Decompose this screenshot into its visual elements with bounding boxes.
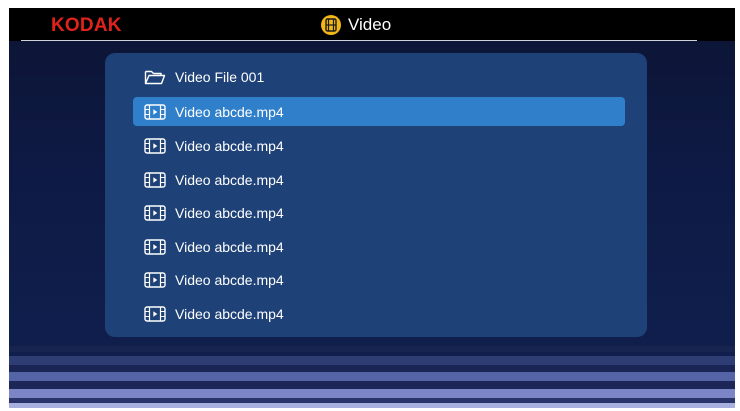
page-title: Video (321, 14, 391, 36)
stripe (9, 365, 735, 372)
decorative-stripes (9, 346, 735, 408)
list-item-label: Video abcde.mp4 (175, 204, 284, 221)
stripe (9, 389, 735, 398)
video-file-icon (143, 305, 167, 323)
list-item-label: Video abcde.mp4 (175, 171, 284, 188)
list-item-video[interactable]: Video abcde.mp4 (133, 198, 625, 227)
list-item-label: Video File 001 (175, 68, 265, 85)
video-file-icon (143, 103, 167, 121)
video-file-icon (143, 137, 167, 155)
list-item-video[interactable]: Video abcde.mp4 (133, 165, 625, 194)
video-file-icon (143, 271, 167, 289)
list-item-video-selected[interactable]: Video abcde.mp4 (133, 97, 625, 126)
list-item-label: Video abcde.mp4 (175, 238, 284, 255)
list-item-video[interactable]: Video abcde.mp4 (133, 131, 625, 160)
tv-screen: KODAK Video Video File 001 Video abcde.m… (9, 8, 735, 408)
file-list-panel: Video File 001 Video abcde.mp4 Video abc… (105, 53, 647, 337)
list-item-video[interactable]: Video abcde.mp4 (133, 232, 625, 261)
video-file-icon (143, 171, 167, 189)
list-item-video[interactable]: Video abcde.mp4 (133, 265, 625, 294)
header-divider (21, 40, 697, 41)
film-icon (321, 15, 341, 35)
stripe (9, 346, 735, 352)
video-file-icon (143, 238, 167, 256)
list-item-label: Video abcde.mp4 (175, 305, 284, 322)
header-bar: KODAK Video (9, 8, 735, 41)
list-item-label: Video abcde.mp4 (175, 137, 284, 154)
stripe (9, 403, 735, 408)
list-item-label: Video abcde.mp4 (175, 271, 284, 288)
list-item-label: Video abcde.mp4 (175, 103, 284, 120)
page-title-label: Video (348, 15, 392, 34)
folder-icon (143, 68, 167, 86)
list-item-folder[interactable]: Video File 001 (133, 62, 625, 91)
stripe (9, 381, 735, 389)
brand-logo: KODAK (51, 15, 122, 36)
stripe (9, 372, 735, 381)
video-file-icon (143, 204, 167, 222)
list-item-video[interactable]: Video abcde.mp4 (133, 299, 625, 328)
stripe (9, 356, 735, 365)
